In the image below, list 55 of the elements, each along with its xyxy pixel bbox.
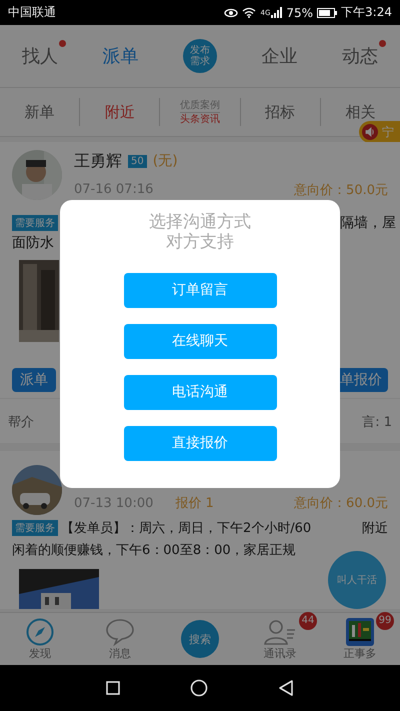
service-tag: 需要服务 [12,215,58,231]
option-button[interactable]: 订单留言 [124,272,276,308]
signal-icon [271,7,282,18]
hire-button[interactable]: 叫人干活 [328,551,386,609]
location-pill[interactable]: 宁 [359,121,400,143]
dispatch-button[interactable]: 派单 [12,368,56,392]
sub-tab[interactable]: 新单 [24,102,55,122]
intended-price: 意向价：50.0元 [294,182,388,198]
wifi-icon [242,7,256,18]
description-text: 面防水 [12,234,54,252]
recommend-link[interactable]: 帮介 [8,413,34,431]
option-button[interactable]: 直接报价 [124,426,276,461]
post-date: 07-16 07:16 [74,182,154,197]
carrier-name: 中国联通 [8,4,56,21]
eye-icon [224,8,238,18]
app-icon[interactable] [346,618,374,646]
intended-price: 意向价：60.0元 [294,495,388,512]
search-button[interactable]: 搜索 [181,620,219,658]
dialog-title: 选择沟通方式 [149,212,251,232]
home-icon[interactable] [190,679,208,697]
post-date: 07-13 10:00 [74,496,154,510]
option-button[interactable]: 在线聊天 [124,324,276,359]
sub-tab[interactable]: 招标 [265,102,296,122]
quote-count: 报价 1 [175,495,214,512]
option-button[interactable]: 电话沟通 [124,374,276,410]
headline-news-tab[interactable]: 头条资讯 [180,112,220,126]
nav-label[interactable]: 正事多 [344,646,376,660]
battery-percent: 75% [286,6,314,20]
dialog-title: 对方支持 [166,232,234,253]
top-tab[interactable]: 找人 [22,46,58,67]
description-text: 闲着的顺便赚钱，下午6：00至8：00，家居正规 [12,542,297,559]
sub-tab[interactable]: 附近 [104,102,135,122]
count-badge: 44 [299,612,317,630]
top-tab[interactable]: 企业 [261,46,298,67]
message-count: 言: 1 [362,414,392,431]
recents-icon[interactable] [106,681,120,695]
description-text: 【发单员】：周六，周日，下午2个小时/60 [61,520,312,537]
speaker-icon [362,124,378,140]
nav-label[interactable]: 消息 [109,646,131,660]
sub-tab[interactable]: 相关 [345,102,376,122]
user-note: (无) [152,152,178,170]
level-badge: 50 [128,154,147,168]
nav-label[interactable]: 通讯录 [264,646,296,660]
service-tag: 需要服务 [12,520,58,536]
battery-icon [317,8,338,18]
count-badge: 99 [376,612,394,630]
user-name: 王勇辉 [74,150,122,172]
back-icon[interactable] [278,680,294,696]
top-tab[interactable]: 派单 [102,46,139,67]
description-text: 附近 [362,520,388,537]
publish-button[interactable]: 发布 需求 [182,39,217,73]
clock: 下午3:24 [341,4,392,21]
top-tab[interactable]: 动态 [342,46,378,67]
description-text: 隔墙，屋 [340,214,396,232]
nav-label[interactable]: 发现 [29,646,51,660]
